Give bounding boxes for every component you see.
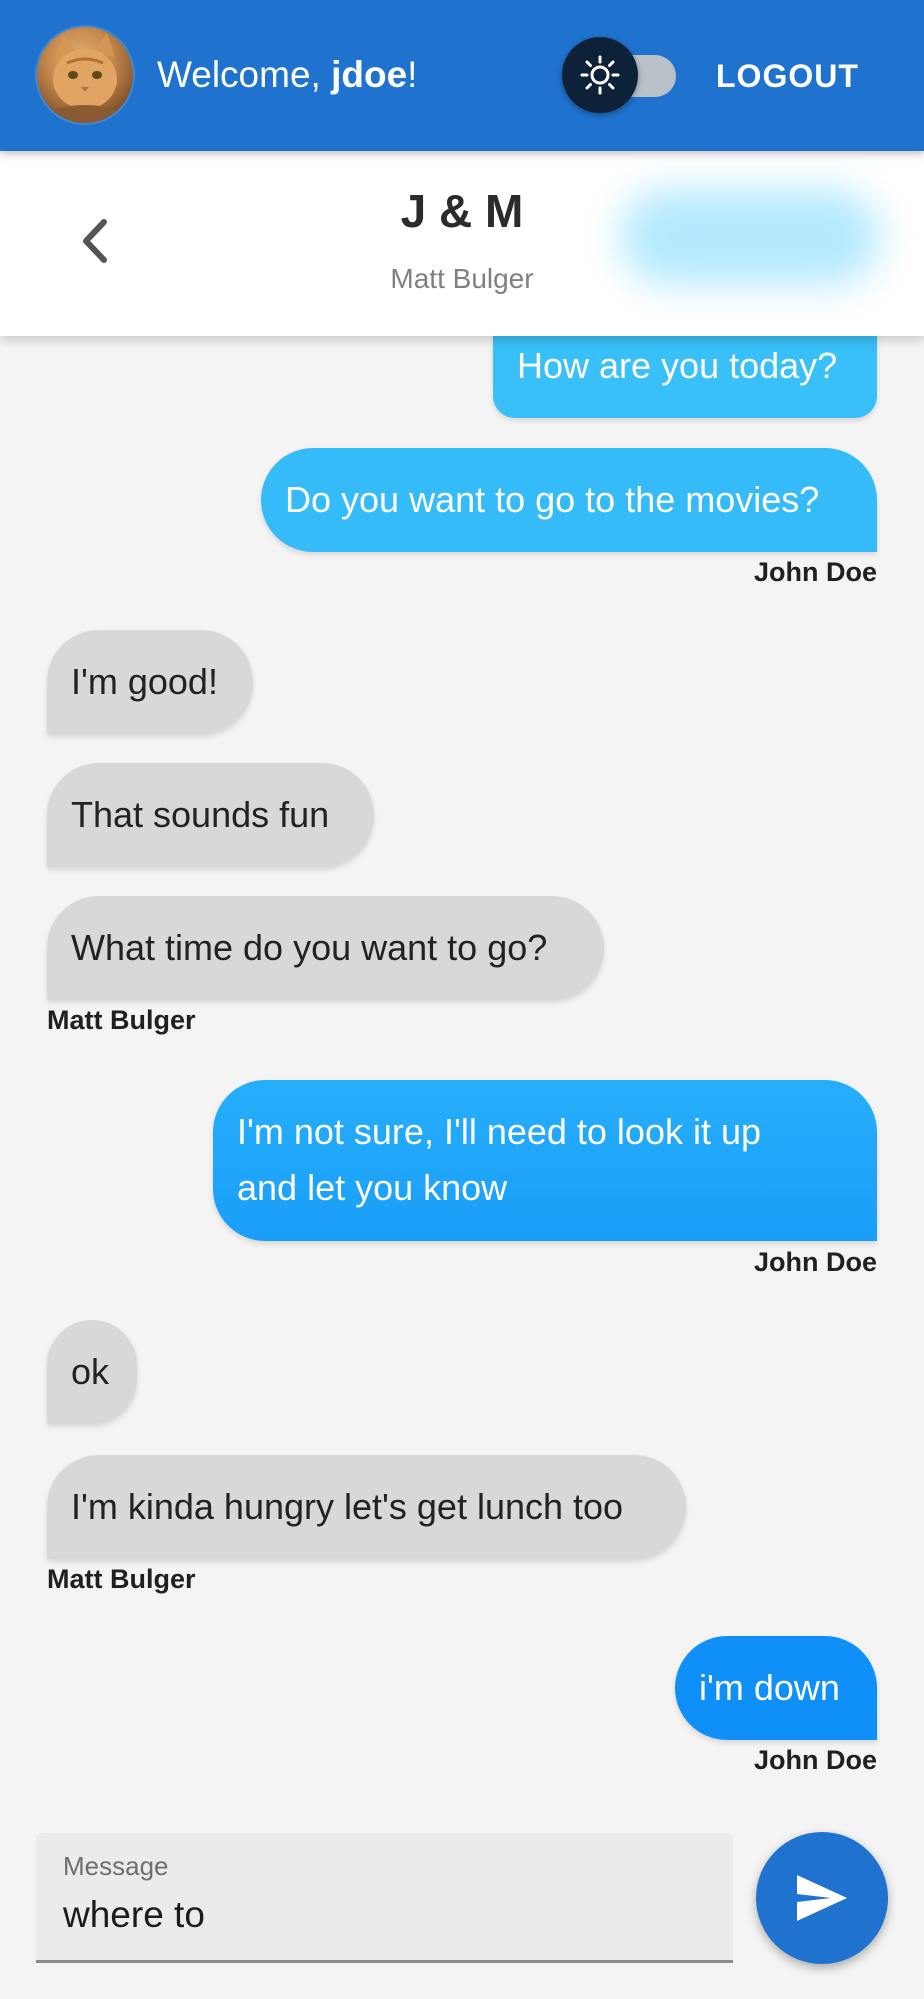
logout-button[interactable]: LOGOUT [716, 52, 859, 100]
welcome-prefix: Welcome, [157, 54, 332, 95]
sender-name: John Doe [753, 1247, 877, 1277]
message-line: I'm not sure, I'll need to look it up [237, 1111, 762, 1152]
welcome-text: Welcome, jdoe! [157, 50, 417, 100]
message-bubble-incoming: That sounds fun [47, 763, 374, 867]
sender-name: John Doe [753, 557, 877, 587]
avatar[interactable] [37, 27, 133, 123]
message-bubble-outgoing: i'm down [675, 1636, 877, 1740]
message-bubble-incoming: What time do you want to go? [47, 896, 604, 1000]
sender-name: John Doe [753, 1745, 877, 1775]
conversation-subtitle: Matt Bulger [390, 263, 534, 294]
username: jdoe [331, 54, 408, 95]
message-line: and let you know [237, 1167, 508, 1208]
sender-name: Matt Bulger [47, 1005, 196, 1035]
message-composer[interactable]: Message [36, 1833, 733, 1963]
send-icon [797, 1875, 847, 1921]
message-bubble-incoming: I'm kinda hungry let's get lunch too [47, 1455, 686, 1559]
conversation-header: J & M Matt Bulger [0, 151, 924, 336]
message-input[interactable] [63, 1889, 693, 1941]
cat-avatar-icon [45, 33, 125, 123]
welcome-suffix: ! [407, 54, 418, 95]
message-bubble-outgoing: How are you today? [493, 330, 877, 418]
message-bubble-outgoing: I'm not sure, I'll need to look it up an… [213, 1080, 877, 1241]
message-label: Message [63, 1851, 169, 1881]
message-bubble-incoming: ok [47, 1320, 137, 1424]
send-button[interactable] [756, 1832, 888, 1964]
chevron-left-icon [83, 219, 107, 263]
message-bubble-incoming: I'm good! [47, 630, 253, 734]
conversation-title: J & M [400, 185, 524, 237]
message-bubble-outgoing: Do you want to go to the movies? [261, 448, 877, 552]
back-button[interactable] [70, 211, 120, 271]
sun-icon [580, 55, 620, 95]
app-bar: Welcome, jdoe! LOGOUT [0, 0, 924, 151]
sender-name: Matt Bulger [47, 1564, 196, 1594]
theme-toggle[interactable] [562, 37, 638, 113]
